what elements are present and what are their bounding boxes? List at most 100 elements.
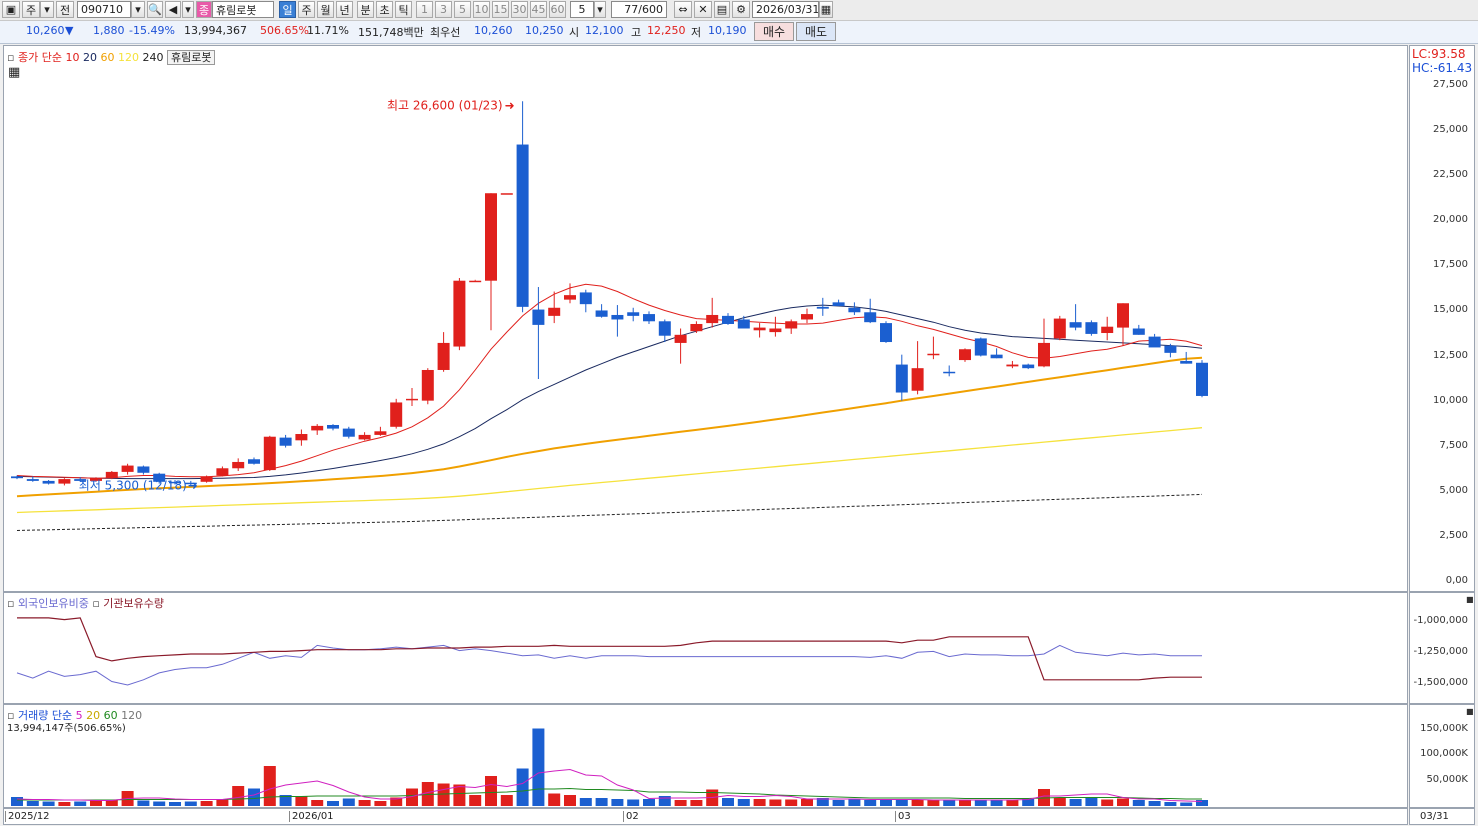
trade-volume: 13,994,367	[184, 24, 247, 37]
period-minute-button[interactable]: 분	[357, 1, 374, 18]
candle-body	[42, 480, 55, 484]
period-month-button[interactable]: 월	[317, 1, 334, 18]
period-day-button[interactable]: 일	[279, 1, 296, 18]
gear-icon[interactable]: ⚙	[732, 1, 750, 18]
position-field[interactable]: 77/600	[611, 1, 667, 18]
buy-button[interactable]: 매수	[754, 22, 794, 41]
minute-15-button[interactable]: 15	[492, 1, 509, 18]
ma240-line	[16, 493, 1203, 531]
code-dropdown-icon[interactable]: ▾	[131, 1, 145, 18]
volume-bar	[1101, 799, 1114, 806]
volume-bar	[548, 793, 561, 806]
scope-button[interactable]: 전	[56, 1, 74, 18]
minute-15-label: 15	[493, 3, 508, 16]
volume-bar	[1117, 798, 1129, 806]
candle-body	[295, 434, 308, 441]
high-price: 12,250	[647, 24, 686, 37]
holding-panel[interactable]: ▫ 외국인보유비중 ▫ 기관보유수량	[3, 592, 1408, 704]
minute-1-label: 1	[421, 3, 428, 16]
minute-30-button[interactable]: 30	[511, 1, 528, 18]
minute-45-button[interactable]: 45	[530, 1, 547, 18]
panel-close-icon[interactable]: ■	[1466, 707, 1474, 716]
count-value: 5	[578, 3, 586, 16]
volume-bar	[611, 799, 624, 806]
badge-label: 종	[198, 3, 210, 17]
price-tick: 2,500	[1439, 529, 1468, 541]
ma60-label: 60	[100, 51, 115, 64]
minute-1-button[interactable]: 1	[416, 1, 433, 18]
institution-label: 기관보유수량	[103, 597, 165, 610]
candle-body	[232, 461, 245, 469]
candle-body	[895, 364, 908, 393]
candle-body	[848, 307, 861, 313]
speaker-icon[interactable]: ◀	[165, 1, 181, 18]
candle-body	[627, 312, 640, 316]
volume-bar	[358, 800, 371, 806]
ruler-icon[interactable]: ✕	[694, 1, 712, 18]
volume-panel[interactable]: ▫ 거래량 단순 5 20 60 120 13,994,147주(506.65%…	[3, 704, 1408, 808]
volume-bar	[643, 799, 655, 806]
x-label: 2025/12	[5, 811, 50, 822]
period-week-button[interactable]: 주	[298, 1, 315, 18]
compress-icon[interactable]: ⇔	[674, 1, 692, 18]
market-dropdown-icon[interactable]: ▾	[40, 1, 54, 18]
calendar-icon[interactable]: ▦	[819, 1, 833, 18]
institution-line	[17, 617, 1202, 681]
chart-settings-icon[interactable]: ▦	[8, 65, 20, 80]
price-tick: 15,000	[1433, 304, 1468, 316]
candle-body	[753, 327, 766, 331]
price-tick: 0,00	[1445, 575, 1468, 586]
candle-body	[469, 280, 482, 283]
minute-5-button[interactable]: 5	[454, 1, 471, 18]
x-label: 02	[623, 811, 639, 822]
candle-body	[816, 306, 829, 309]
volume-bar	[11, 797, 23, 806]
window-menu-icon[interactable]: ▣	[2, 1, 20, 18]
market-select[interactable]: 주	[22, 1, 40, 18]
speaker-dropdown-icon[interactable]: ▾	[182, 1, 194, 18]
period-week-label: 주	[301, 3, 312, 17]
candle-body	[737, 319, 750, 329]
candle-body	[1132, 328, 1145, 335]
volume-bar	[943, 800, 956, 806]
period-tick-button[interactable]: 틱	[395, 1, 412, 18]
stock-tag: 휴림로봇	[166, 50, 216, 65]
count-input[interactable]: 5	[570, 1, 594, 18]
volume-bar	[342, 798, 355, 806]
volume-bar	[532, 728, 545, 806]
stock-name-field[interactable]: 휴림로봇	[212, 1, 274, 18]
volume-bar	[832, 800, 845, 806]
volume-tick: 100,000K	[1420, 748, 1468, 759]
x-axis: 2025/12 2026/01 02 03	[3, 808, 1408, 825]
volume-bar	[248, 788, 260, 806]
volume-bar	[737, 799, 750, 806]
search-icon[interactable]: 🔍	[147, 1, 163, 18]
period-year-button[interactable]: 년	[336, 1, 353, 18]
count-dropdown-icon[interactable]: ▾	[594, 1, 606, 18]
volume-bar	[579, 798, 592, 806]
price-chart-panel[interactable]: 최고 26,600 (01/23) ➜ 최저 5,300 (12/18) ➜ ▫ 종가…	[3, 45, 1408, 592]
panel-close-icon[interactable]: ■	[1466, 595, 1474, 604]
date-input[interactable]: 2026/03/31	[752, 1, 819, 18]
volume-ratio: 506.65%	[260, 24, 309, 37]
market-label: 주	[25, 3, 37, 17]
candle-body	[579, 292, 592, 305]
open-label: 시	[569, 26, 580, 39]
minute-10-button[interactable]: 10	[473, 1, 490, 18]
volume-bar	[1085, 798, 1098, 806]
minute-60-button[interactable]: 60	[549, 1, 566, 18]
code-input[interactable]: 090710	[77, 1, 131, 18]
sell-button[interactable]: 매도	[796, 22, 836, 41]
minute-3-button[interactable]: 3	[435, 1, 452, 18]
candle-body	[121, 465, 134, 472]
x-label: 03	[895, 811, 911, 822]
right-arrow-icon: ➜	[505, 98, 515, 112]
volume-bar	[595, 798, 608, 806]
price-tick: 7,500	[1439, 439, 1468, 451]
top-toolbar: ▣ 주 ▾ 전 090710 ▾ 🔍 ◀ ▾ 종 휴림로봇 일 주 월 년 분 …	[0, 0, 1478, 21]
period-second-button[interactable]: 초	[376, 1, 393, 18]
scope-label: 전	[59, 3, 71, 17]
lc-value: LC:93.58	[1412, 47, 1466, 61]
save-icon[interactable]: ▤	[714, 1, 730, 18]
ma10-label: 10	[65, 51, 80, 64]
